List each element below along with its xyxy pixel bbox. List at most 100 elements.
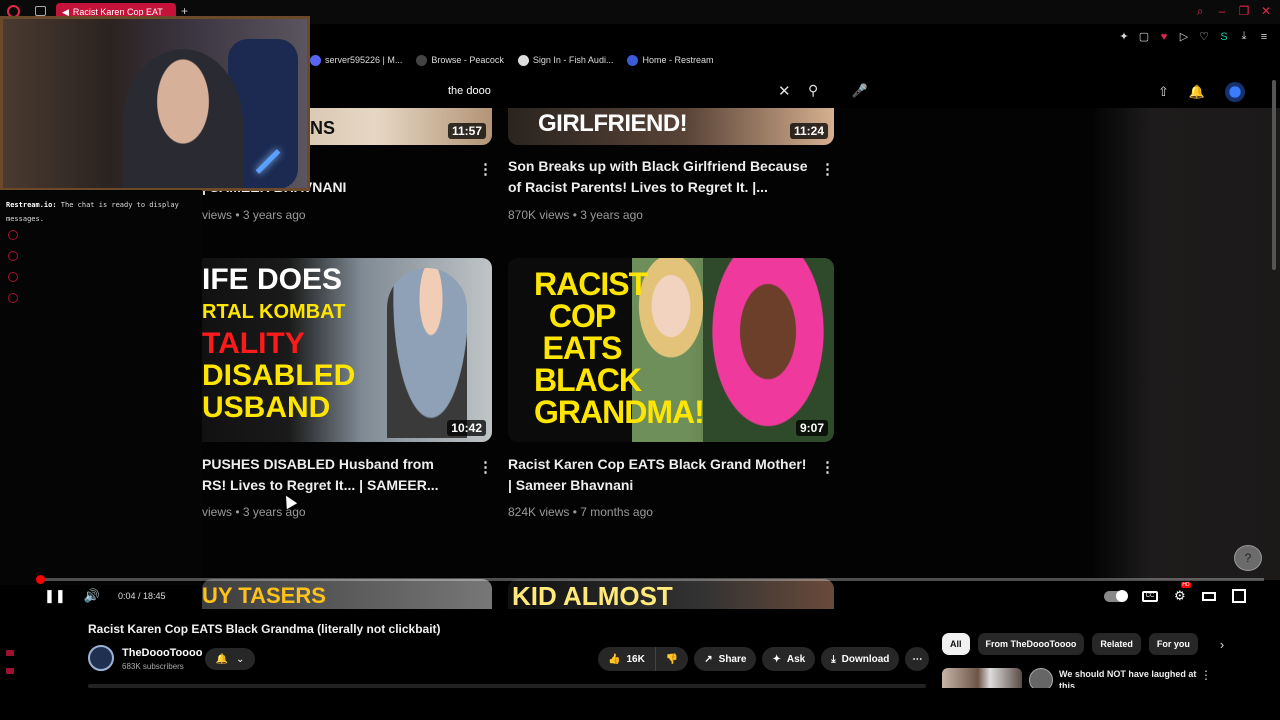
clear-search-icon[interactable]: ✕ <box>778 82 791 100</box>
bookmark-discord[interactable]: server595226 | M... <box>310 54 402 66</box>
dock-icon[interactable] <box>6 668 14 674</box>
minimize-icon[interactable]: – <box>1216 4 1228 19</box>
play-icon[interactable]: ▷ <box>1178 30 1190 43</box>
like-dislike-group: 👍 16K 👎 <box>598 647 689 671</box>
end-screen-video-6-thumbnail[interactable]: KID ALMOST <box>508 579 834 609</box>
bookmark-fish-audio[interactable]: Sign In - Fish Audi... <box>517 54 613 66</box>
share-button[interactable]: ↗ Share <box>694 647 757 671</box>
dislike-button[interactable]: 👎 <box>655 647 689 671</box>
ask-button[interactable]: ✦ Ask <box>762 647 816 671</box>
bookmark-restream[interactable]: Home - Restream <box>627 54 714 66</box>
video-2-menu-button[interactable]: ⋮ <box>820 160 835 178</box>
thumbnail-text: NS <box>310 118 336 138</box>
subscribed-notifications-button[interactable]: 🔔 ⌄ <box>205 648 255 670</box>
recommendation-thumbnail[interactable] <box>942 668 1022 688</box>
thumbnail-text: UY TASERS <box>202 583 326 608</box>
chip-related[interactable]: Related <box>1092 633 1141 655</box>
bookmark-label: Home - Restream <box>642 55 714 65</box>
heart-icon[interactable]: ♡ <box>1198 30 1210 43</box>
download-icon[interactable]: ⤓ <box>1238 30 1250 43</box>
snapshot-icon[interactable]: ▢ <box>1138 30 1150 43</box>
chat-bubble-icon[interactable] <box>8 272 18 282</box>
volume-icon[interactable]: 🔊 <box>84 588 100 604</box>
extension-icon[interactable]: S <box>1218 31 1230 43</box>
video-3-title[interactable]: PUSHES DISABLED Husband from RS! Lives t… <box>202 454 472 496</box>
scrollbar-thumb[interactable] <box>1272 80 1276 270</box>
video-2-title[interactable]: Son Breaks up with Black Girlfriend Beca… <box>508 156 808 198</box>
mic-icon: 🎤 <box>851 83 869 98</box>
bookmark-peacock[interactable]: Browse - Peacock <box>416 54 504 66</box>
chevron-right-icon[interactable]: › <box>1220 637 1224 652</box>
tab-thumbnail-icon[interactable] <box>35 6 46 16</box>
voice-search-button[interactable]: 🎤 <box>845 78 875 104</box>
chip-for-you[interactable]: For you <box>1148 633 1198 655</box>
chat-settings-icon[interactable] <box>8 230 18 240</box>
pause-icon[interactable]: ❚❚ <box>44 588 66 604</box>
chip-from-channel[interactable]: From TheDoooToooo <box>977 633 1085 655</box>
recommendation-chips: All From TheDoooToooo Related For you › <box>942 633 1224 655</box>
channel-name[interactable]: TheDoooToooo <box>122 647 202 659</box>
chip-all[interactable]: All <box>942 633 970 655</box>
video-4-menu-button[interactable]: ⋮ <box>820 458 835 476</box>
pin-icon[interactable]: ✦ <box>1118 30 1130 43</box>
title-line: Racist Karen Cop EATS Black Grand Mother… <box>508 456 807 472</box>
search-icon[interactable]: ⚲ <box>808 82 818 99</box>
theater-mode-icon[interactable] <box>1201 591 1216 601</box>
bookmark-label: Browse - Peacock <box>431 55 504 65</box>
progress-scrubber[interactable] <box>36 575 45 584</box>
thumbnail-line: EATS <box>542 330 623 366</box>
end-screen-video-5-thumbnail[interactable]: UY TASERS <box>202 579 492 609</box>
search-icon[interactable]: ⌕ <box>1194 4 1206 19</box>
upload-icon[interactable]: ⇧ <box>1158 84 1169 100</box>
duration-badge: 10:42 <box>447 420 486 436</box>
end-screen-video-3-thumbnail[interactable]: IFE DOES RTAL KOMBAT TALITY DISABLED USB… <box>202 258 492 442</box>
autoplay-toggle[interactable] <box>1104 589 1128 602</box>
fullscreen-icon[interactable] <box>1231 589 1246 603</box>
thumbnail-person <box>387 268 467 438</box>
recommendation-title[interactable]: We should NOT have laughed at this <box>1059 668 1204 688</box>
like-count: 16K <box>626 653 645 665</box>
progress-bar[interactable] <box>40 578 1264 581</box>
like-button[interactable]: 👍 16K <box>598 647 656 671</box>
channel-watermark-avatar[interactable]: ? <box>1234 545 1262 571</box>
fish-audio-icon <box>517 54 529 66</box>
video-4-title[interactable]: Racist Karen Cop EATS Black Grand Mother… <box>508 454 808 496</box>
notifications-icon[interactable]: 🔔 <box>1189 84 1205 100</box>
recommendation-item[interactable]: We should NOT have laughed at this <box>942 668 1212 688</box>
end-screen-video-4-thumbnail[interactable]: RACIST COP EATS BLACK GRANDMA! 9:07 <box>508 258 834 442</box>
settings-icon[interactable]: ⚙ HD <box>1174 582 1191 604</box>
video-player[interactable]: NS 11:57 GIRLFRIEND! 11:24 E in Film Cla… <box>202 108 1280 609</box>
chat-sender: Restream.io: <box>6 201 57 209</box>
chat-gear-icon[interactable] <box>8 293 18 303</box>
window-controls: ⌕ – ❐ ✕ <box>1194 4 1272 19</box>
download-label: Download <box>841 653 890 665</box>
recommendation-channel-avatar <box>1029 668 1053 688</box>
more-icon: ⋯ <box>912 653 923 665</box>
chat-clock-icon[interactable] <box>8 251 18 261</box>
recommendation-menu-button[interactable]: ⋮ <box>1200 668 1212 682</box>
pocket-icon[interactable]: ♥ <box>1158 31 1170 43</box>
thumbnail-line: TALITY <box>202 327 305 360</box>
subtitles-icon[interactable]: CC <box>1142 590 1158 602</box>
duration-badge: 11:24 <box>789 123 828 139</box>
share-label: Share <box>718 653 747 665</box>
video-1-menu-button[interactable]: ⋮ <box>478 160 493 178</box>
search-input[interactable]: the dooo <box>438 80 800 102</box>
left-dock-icons <box>6 650 14 674</box>
thumbnail-line: IFE DOES <box>202 263 343 296</box>
close-icon[interactable]: ✕ <box>1260 4 1272 19</box>
account-avatar[interactable] <box>1225 82 1246 102</box>
end-screen-video-2-thumbnail[interactable]: GIRLFRIEND! 11:24 <box>508 108 834 145</box>
dock-icon[interactable] <box>6 650 14 656</box>
ask-label: Ask <box>786 653 806 665</box>
peacock-icon <box>416 54 428 66</box>
menu-icon[interactable]: ≡ <box>1258 31 1270 43</box>
restore-icon[interactable]: ❐ <box>1238 4 1250 19</box>
download-button[interactable]: ⤓ Download <box>821 647 900 671</box>
page-scrollbar[interactable] <box>1272 70 1278 270</box>
more-actions-button[interactable]: ⋯ <box>905 647 930 671</box>
video-3-menu-button[interactable]: ⋮ <box>478 458 493 476</box>
restream-chat: Restream.io: The chat is ready to displa… <box>0 190 202 585</box>
streamer <box>123 49 243 188</box>
channel-avatar[interactable] <box>88 645 114 671</box>
